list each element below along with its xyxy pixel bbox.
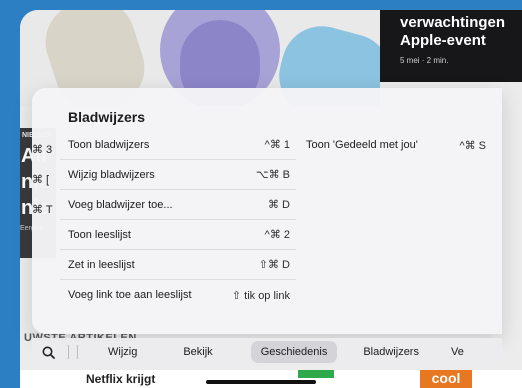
cool-badge: cool xyxy=(420,370,472,388)
menu-item-label: Toon bladwijzers xyxy=(68,138,150,151)
menu-item-voeg-link-toe[interactable]: Voeg link toe aan leeslijst ⇧ tik op lin… xyxy=(60,280,296,310)
tab-wijzig[interactable]: Wijzig xyxy=(98,341,147,363)
search-icon[interactable] xyxy=(32,346,64,359)
news-card-title: verwachtingen Apple-event xyxy=(400,14,506,49)
menu-item-label: Wijzig bladwijzers xyxy=(68,168,155,181)
menu-item-toon-leeslijst[interactable]: Toon leeslijst ^⌘ 2 xyxy=(60,220,296,250)
menu-item-toon-bladwijzers[interactable]: Toon bladwijzers ^⌘ 1 xyxy=(60,130,296,160)
menu-item-shortcut: ⇧⌘ D xyxy=(258,259,290,271)
menu-item-wijzig-bladwijzers[interactable]: Wijzig bladwijzers ⌥⌘ B xyxy=(60,160,296,190)
menu-column-right: Toon 'Gedeeld met jou' ^⌘ S xyxy=(298,130,492,160)
menu-title: Bladwijzers xyxy=(68,109,146,125)
menu-tab-bar: Wijzig Bekijk Geschiedenis Bladwijzers V… xyxy=(32,338,502,366)
bottom-article-title[interactable]: Netflix krijgt xyxy=(86,372,155,386)
tab-bekijk[interactable]: Bekijk xyxy=(173,341,222,363)
menu-item-shortcut: ^⌘ S xyxy=(459,139,486,152)
menu-item-shortcut: ⌥⌘ B xyxy=(255,169,290,181)
menu-item-label: Voeg bladwijzer toe... xyxy=(68,198,173,211)
menu-item-label: Toon 'Gedeeld met jou' xyxy=(306,139,418,151)
menu-item-label: Zet in leeslijst xyxy=(68,258,135,271)
menu-item-shortcut: ^⌘ 1 xyxy=(264,139,290,151)
menu-item-shortcut: ⌘ D xyxy=(268,199,290,211)
home-indicator xyxy=(206,380,316,384)
menu-item-zet-in-leeslijst[interactable]: Zet in leeslijst ⇧⌘ D xyxy=(60,250,296,280)
news-card[interactable]: verwachtingen Apple-event 5 mei · 2 min. xyxy=(380,10,522,82)
menu-item-label: Toon leeslijst xyxy=(68,228,131,241)
tab-more[interactable]: Ve xyxy=(441,341,474,363)
menu-column-left: Toon bladwijzers ^⌘ 1 Wijzig bladwijzers… xyxy=(60,130,296,310)
bottom-article-strip: Netflix krijgt cool xyxy=(20,370,522,388)
bookmarks-shortcut-menu: Bladwijzers ⌘ 3 ⌘ [ ⌘ T Toon bladwijzers… xyxy=(32,88,502,334)
menu-item-label: Voeg link toe aan leeslijst xyxy=(68,289,192,301)
menu-item-shortcut: ^⌘ 2 xyxy=(264,229,290,241)
news-card-meta: 5 mei · 2 min. xyxy=(400,56,449,65)
tab-geschiedenis[interactable]: Geschiedenis xyxy=(250,341,338,363)
menu-item-voeg-bladwijzer-toe[interactable]: Voeg bladwijzer toe... ⌘ D xyxy=(60,190,296,220)
tab-separator xyxy=(68,345,69,359)
menu-item-gedeeld-met-jou[interactable]: Toon 'Gedeeld met jou' ^⌘ S xyxy=(298,130,492,160)
tab-bladwijzers[interactable]: Bladwijzers xyxy=(353,341,429,363)
tab-separator xyxy=(77,345,78,359)
green-badge xyxy=(298,370,334,378)
menu-item-shortcut: ⇧ tik op link xyxy=(231,289,290,302)
